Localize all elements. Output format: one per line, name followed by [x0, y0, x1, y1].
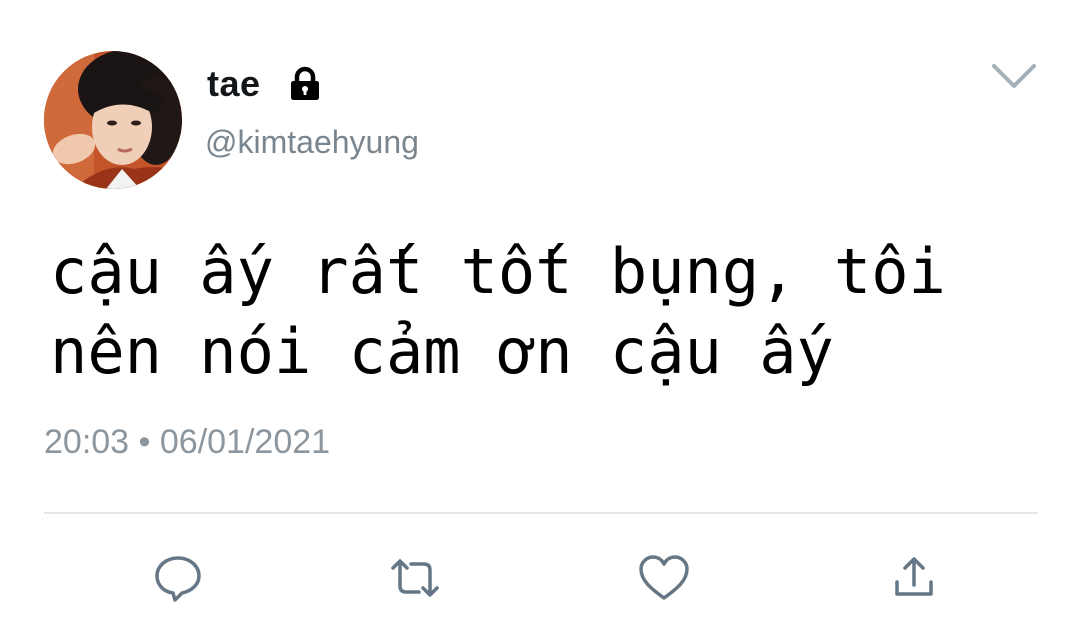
- display-name[interactable]: tae: [207, 62, 261, 106]
- reply-button[interactable]: [152, 552, 204, 604]
- divider: [44, 512, 1038, 514]
- lock-icon: [287, 66, 323, 102]
- username-handle[interactable]: @kimtaehyung: [205, 122, 419, 162]
- avatar-image: [44, 51, 182, 189]
- reply-icon: [155, 556, 201, 602]
- tweet-card: tae @kimtaehyung cậu ấy rất tốt bụng, tô…: [0, 0, 1080, 635]
- like-button[interactable]: [638, 552, 690, 604]
- heart-icon: [639, 555, 689, 600]
- avatar[interactable]: [44, 51, 182, 189]
- tweet-text-line: nên nói cảm ơn cậu ấy: [50, 315, 834, 388]
- share-icon: [895, 557, 933, 596]
- tweet-text-line: cậu ấy rất tốt bụng, tôi: [50, 235, 946, 308]
- retweet-icon: [391, 559, 439, 597]
- share-button[interactable]: [888, 552, 940, 604]
- tweet-timestamp[interactable]: 20:03 • 06/01/2021: [44, 420, 330, 464]
- chevron-down-icon[interactable]: [990, 60, 1038, 92]
- retweet-button[interactable]: [389, 552, 441, 604]
- tweet-text: cậu ấy rất tốt bụng, tôi nên nói cảm ơn …: [50, 232, 1030, 392]
